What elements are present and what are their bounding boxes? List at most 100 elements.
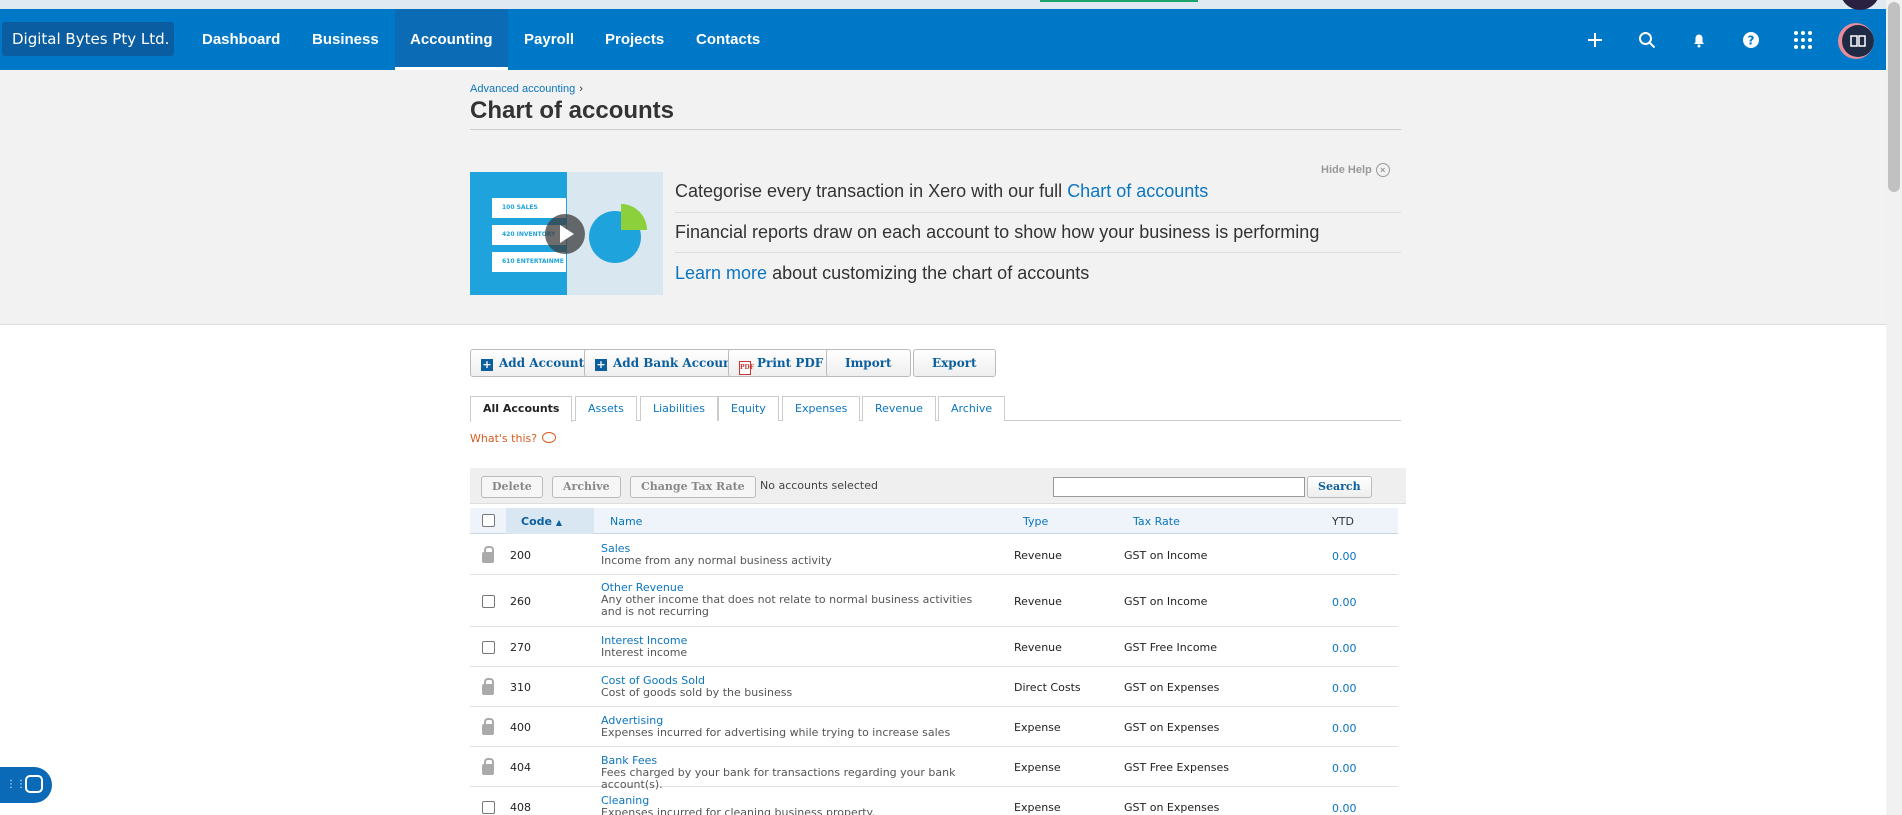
account-code: 400 [510,721,531,734]
app-launcher-icon[interactable] [1790,27,1816,53]
org-switcher[interactable]: Digital Bytes Pty Ltd. [2,22,174,77]
tab-equity[interactable]: Equity [718,396,779,421]
browser-top-strip [0,0,1902,9]
lock-icon [482,678,494,695]
close-icon: × [1375,163,1390,177]
account-ytd-link[interactable]: 0.00 [1332,682,1357,695]
tab-all-accounts[interactable]: All Accounts [470,396,573,422]
breadcrumb-separator: › [579,83,583,95]
export-button[interactable]: Export [913,349,996,377]
column-name[interactable]: Name [610,515,642,528]
print-pdf-button[interactable]: PDF Print PDF [728,349,835,377]
import-button[interactable]: Import [826,349,911,377]
tab-indicator [1040,0,1198,2]
account-ytd-link[interactable]: 0.00 [1332,596,1357,609]
account-tax-rate: GST Free Income [1124,641,1218,654]
nav-projects[interactable]: Projects [590,9,679,70]
hide-help-button[interactable]: Hide Help × [1321,163,1390,177]
account-tax-rate: GST Free Expenses [1124,761,1229,774]
help-line-1: Categorise every transaction in Xero wit… [675,181,1208,202]
account-tax-rate: GST on Expenses [1124,681,1220,694]
select-all-checkbox[interactable] [482,514,495,527]
speech-bubble-icon [542,432,557,443]
account-ytd-link[interactable]: 0.00 [1332,802,1357,815]
breadcrumb-advanced-accounting[interactable]: Advanced accounting [470,83,575,95]
row-checkbox[interactable] [482,641,495,654]
learn-more-link[interactable]: Learn more [675,263,767,283]
table-row[interactable]: 400 Advertising Expenses incurred for adve… [470,707,1398,747]
archive-button[interactable]: Archive [552,476,621,498]
column-tax-rate[interactable]: Tax Rate [1133,515,1180,528]
account-ytd-link[interactable]: 0.00 [1332,762,1357,775]
account-description: Expenses incurred for cleaning business … [601,806,875,815]
account-tax-rate: GST on Income [1124,549,1208,562]
account-code: 310 [510,681,531,694]
account-type: Revenue [1014,549,1062,562]
add-bank-account-label: Add Bank Account [613,356,738,370]
bell-icon[interactable] [1686,27,1712,53]
avatar[interactable] [1838,23,1874,59]
play-icon[interactable] [545,214,585,254]
sort-ascending-icon: ▲ [555,518,562,527]
account-type: Expense [1014,721,1061,734]
nav-dashboard[interactable]: Dashboard [187,9,295,70]
search-input[interactable] [1053,477,1305,497]
help-icon[interactable]: ? [1738,27,1764,53]
whats-this-link[interactable]: What's this? [470,432,557,445]
hide-help-label: Hide Help [1321,163,1372,176]
page-title: Chart of accounts [470,97,675,124]
account-tax-rate: GST on Expenses [1124,721,1220,734]
account-code: 260 [510,595,531,608]
help-video-thumbnail[interactable]: 100 SALES 420 INVENTORY 610 ENTERTAINME [470,172,663,295]
plus-icon: + [595,358,607,371]
row-checkbox[interactable] [482,595,495,608]
help-divider [675,252,1401,253]
tab-liabilities[interactable]: Liabilities [640,396,718,421]
help-line-3: Learn more about customizing the chart o… [675,263,1089,284]
account-description: Income from any normal business activity [601,554,832,567]
tab-expenses[interactable]: Expenses [782,396,861,421]
lock-icon [482,718,494,735]
scrollbar-thumb[interactable] [1888,2,1900,192]
column-code[interactable]: Code ▲ [521,515,562,528]
help-chat-launcher[interactable]: ⋮⋮ [0,767,52,803]
account-code: 200 [510,549,531,562]
top-navbar: Digital Bytes Pty Ltd. Dashboard Busines… [0,9,1886,77]
pdf-icon: PDF [739,361,754,375]
delete-button[interactable]: Delete [481,476,543,498]
nav-contacts[interactable]: Contacts [681,9,775,70]
tab-assets[interactable]: Assets [575,396,637,421]
help-divider [675,212,1401,213]
column-type[interactable]: Type [1023,515,1048,528]
drag-handle-icon[interactable]: ⋮⋮ [6,779,26,790]
nav-business[interactable]: Business [297,9,394,70]
nav-payroll[interactable]: Payroll [509,9,589,70]
plus-icon[interactable] [1582,27,1608,53]
add-account-button[interactable]: + Add Account [470,349,596,377]
table-row[interactable]: 260 Other Revenue Any other income that do… [470,575,1398,627]
account-ytd-link[interactable]: 0.00 [1332,642,1357,655]
row-checkbox[interactable] [482,801,495,814]
nav-accounting[interactable]: Accounting [395,9,508,70]
action-bar: Delete Archive Change Tax Rate No accoun… [470,468,1406,504]
change-tax-rate-button[interactable]: Change Tax Rate [630,476,756,498]
title-divider [470,129,1401,130]
add-bank-account-button[interactable]: + Add Bank Account [584,349,749,377]
account-ytd-link[interactable]: 0.00 [1332,550,1357,563]
table-row[interactable]: 200 Sales Income from any normal business … [470,535,1398,575]
page-scrollbar[interactable] [1886,0,1902,815]
table-row[interactable]: 310 Cost of Goods Sold Cost of goods sold … [470,667,1398,707]
search-icon[interactable] [1634,27,1660,53]
chart-of-accounts-link[interactable]: Chart of accounts [1067,181,1208,201]
table-row[interactable]: 408 Cleaning Expenses incurred for cleanin… [470,787,1398,815]
table-row[interactable]: 404 Bank Fees Fees charged by your bank fo… [470,747,1398,791]
add-account-label: Add Account [499,356,585,370]
search-button[interactable]: Search [1307,476,1372,498]
account-description: Expenses incurred for advertising while … [601,726,951,739]
account-ytd-link[interactable]: 0.00 [1332,722,1357,735]
tab-archive[interactable]: Archive [938,396,1006,421]
table-row[interactable]: 270 Interest Income Interest income Revenue… [470,627,1398,667]
account-type: Revenue [1014,641,1062,654]
svg-text:?: ? [1748,34,1755,48]
tab-revenue[interactable]: Revenue [862,396,936,421]
